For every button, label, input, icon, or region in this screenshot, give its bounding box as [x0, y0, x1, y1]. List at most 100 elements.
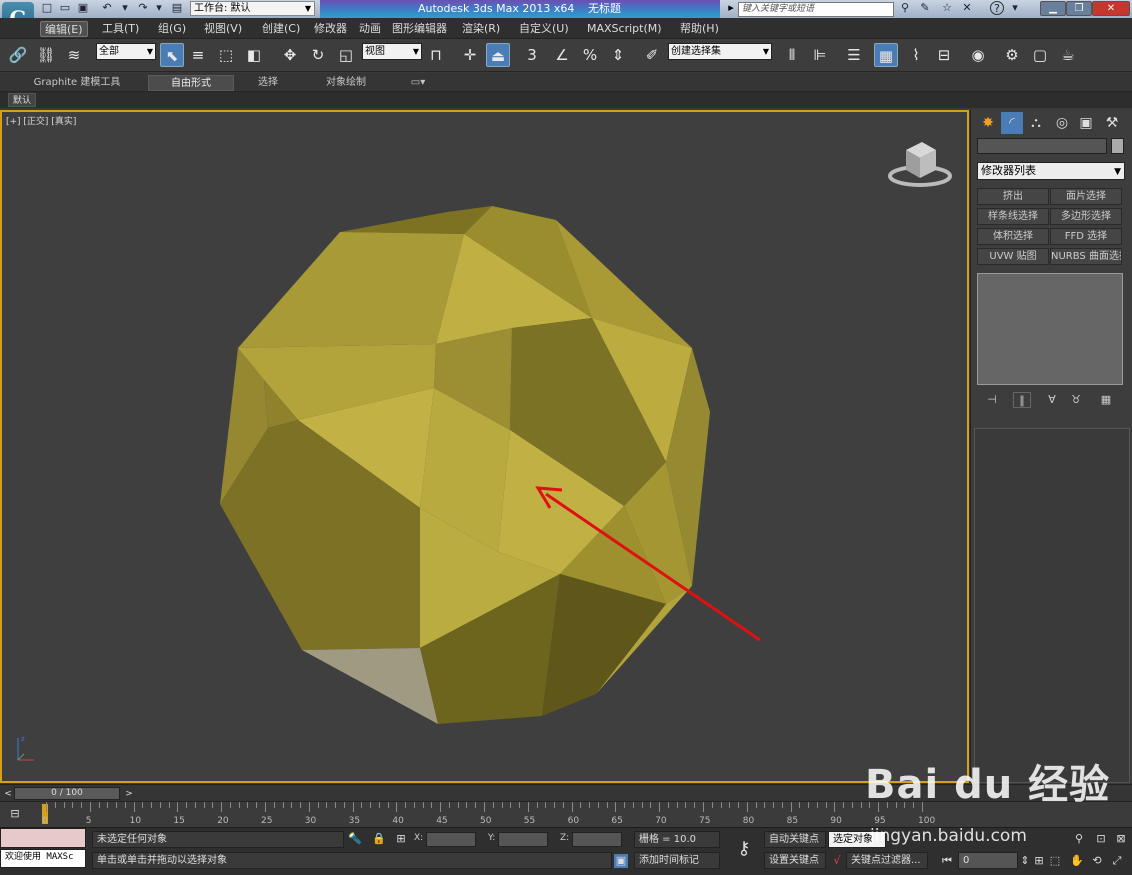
tab-graphite-modeling[interactable]: Graphite 建模工具 — [14, 75, 140, 91]
current-frame-input[interactable]: 0 — [958, 852, 1018, 869]
modifier-button-spline-select[interactable]: 样条线选择 — [977, 208, 1049, 225]
open-file-icon[interactable]: ▭ — [58, 1, 72, 15]
modifier-button-extrude[interactable]: 挤出 — [977, 188, 1049, 205]
select-object-icon[interactable]: ⬉ — [160, 43, 184, 67]
maxscript-mini-listener-top[interactable] — [0, 828, 86, 848]
select-by-name-icon[interactable]: ≡ — [186, 43, 210, 67]
show-end-result-icon[interactable]: ∥ — [1013, 392, 1031, 408]
menu-tools[interactable]: 工具(T) — [98, 21, 143, 37]
search-input[interactable]: 键入关键字或短语 — [738, 2, 894, 17]
hierarchy-tab-icon[interactable]: ⛬ — [1025, 112, 1047, 134]
angle-snap-icon[interactable]: ∠ — [550, 43, 574, 67]
snaps-toggle-icon[interactable]: 3 — [520, 43, 544, 67]
material-editor-icon[interactable]: ◉ — [966, 43, 990, 67]
selection-filter-dropdown[interactable]: 全部 ▼ — [96, 43, 156, 60]
make-unique-icon[interactable]: ∀ — [1043, 392, 1061, 408]
modifier-list-dropdown[interactable]: 修改器列表 ▼ — [977, 162, 1125, 180]
display-tab-icon[interactable]: ▣ — [1075, 112, 1097, 134]
modifier-button-uvw-map[interactable]: UVW 贴图 — [977, 248, 1049, 265]
redo-icon[interactable]: ↷ — [136, 1, 150, 15]
reference-coordinate-dropdown[interactable]: 视图 ▼ — [362, 43, 422, 60]
motion-tab-icon[interactable]: ◎ — [1051, 112, 1073, 134]
menu-group[interactable]: 组(G) — [154, 21, 190, 37]
menu-rendering[interactable]: 渲染(R) — [458, 21, 504, 37]
project-folder-icon[interactable]: ▤ — [170, 1, 184, 15]
maxscript-mini-listener[interactable]: 欢迎使用 MAXSc — [0, 849, 86, 868]
percent-snap-icon[interactable]: % — [578, 43, 602, 67]
time-slider[interactable]: 0 / 100 — [14, 787, 120, 800]
go-to-start-icon[interactable]: ⏮ — [940, 854, 954, 868]
modifier-button-vol-select[interactable]: 体积选择 — [977, 228, 1049, 245]
configure-modifier-sets-icon[interactable]: ▦ — [1097, 392, 1115, 408]
rendered-frame-window-icon[interactable]: ▢ — [1028, 43, 1052, 67]
new-file-icon[interactable]: □ — [40, 1, 54, 15]
spinner-snap-icon[interactable]: ⇕ — [606, 43, 630, 67]
adaptive-degradation-icon[interactable]: ▣ — [614, 854, 628, 868]
tab-object-paint[interactable]: 对象绘制 — [308, 75, 384, 91]
remove-modifier-icon[interactable]: ♉ — [1067, 392, 1085, 408]
communication-center-icon[interactable]: ☆ — [940, 1, 954, 15]
render-setup-icon[interactable]: ⚙ — [1000, 43, 1024, 67]
key-filters-button[interactable]: 关键点过滤器... — [846, 852, 928, 869]
pan-view-icon[interactable]: ✋ — [1070, 854, 1084, 868]
zoom-extents-all-icon[interactable]: ⊞ — [1032, 854, 1046, 868]
pivot-point-center-icon[interactable]: ⊓ — [424, 43, 448, 67]
restore-button[interactable]: ❐ — [1066, 1, 1092, 16]
redo-dropdown-icon[interactable]: ▾ — [152, 1, 166, 15]
time-slider-next-icon[interactable]: > — [122, 787, 136, 801]
menu-edit[interactable]: 编辑(E) — [40, 21, 88, 37]
named-selection-dropdown[interactable]: 创建选择集 ▼ — [668, 43, 772, 60]
object-color-swatch[interactable] — [1111, 138, 1124, 154]
schematic-view-icon[interactable]: ⊟ — [932, 43, 956, 67]
modifier-button-ffd-select[interactable]: FFD 选择 — [1050, 228, 1122, 245]
select-and-manipulate-icon[interactable]: ✛ — [458, 43, 482, 67]
layer-manager-icon[interactable]: ☰ — [842, 43, 866, 67]
menu-create[interactable]: 创建(C) — [258, 21, 304, 37]
expand-search-icon[interactable]: ▸ — [724, 1, 738, 15]
modifier-button-patch-select[interactable]: 面片选择 — [1050, 188, 1122, 205]
undo-icon[interactable]: ↶ — [100, 1, 114, 15]
maximize-viewport-icon[interactable]: ⤢ — [1110, 854, 1124, 868]
set-keys-key-icon[interactable]: ⚷ — [730, 838, 758, 860]
ribbon-options-icon[interactable]: ▭▾ — [404, 75, 432, 91]
zoom-extents-icon[interactable]: ⊠ — [1114, 832, 1128, 846]
time-slider-prev-icon[interactable]: < — [1, 787, 15, 801]
menu-graph-editors[interactable]: 图形编辑器 — [388, 21, 451, 37]
graphite-modeling-tools-icon[interactable]: ▦ — [874, 43, 898, 67]
keyboard-shortcut-override-icon[interactable]: ⏏ — [486, 43, 510, 67]
zoom-all-icon[interactable]: ⊡ — [1094, 832, 1108, 846]
object-name-field[interactable] — [977, 138, 1107, 154]
auto-key-button[interactable]: 自动关键点 — [764, 831, 826, 848]
menu-views[interactable]: 视图(V) — [200, 21, 246, 37]
isolate-selection-icon[interactable]: 🔦 — [348, 832, 362, 846]
binoculars-icon[interactable]: ⚲ — [898, 1, 912, 15]
mini-curve-editor-icon[interactable]: ⊟ — [8, 807, 22, 821]
menu-customize[interactable]: 自定义(U) — [515, 21, 573, 37]
menu-maxscript[interactable]: MAXScript(M) — [583, 21, 666, 37]
render-production-icon[interactable]: ☕ — [1056, 43, 1080, 67]
menu-modifiers[interactable]: 修改器 — [310, 21, 351, 37]
create-tab-icon[interactable]: ✸ — [977, 112, 999, 134]
field-of-view-icon[interactable]: ⬚ — [1048, 854, 1062, 868]
utilities-tab-icon[interactable]: ⚒ — [1101, 112, 1123, 134]
select-and-scale-icon[interactable]: ◱ — [334, 43, 358, 67]
ribbon-default-label[interactable]: 默认 — [8, 93, 37, 107]
y-coordinate-input[interactable] — [498, 832, 548, 847]
z-coordinate-input[interactable] — [572, 832, 622, 847]
tab-selection[interactable]: 选择 — [236, 75, 300, 91]
unlink-selection-icon[interactable]: ⛓ — [34, 43, 58, 67]
zoom-icon[interactable]: ⚲ — [1072, 832, 1086, 846]
pin-stack-icon[interactable]: ⊣ — [983, 392, 1001, 408]
x-coordinate-input[interactable] — [426, 832, 476, 847]
modifier-stack-view[interactable] — [977, 273, 1123, 385]
menu-help[interactable]: 帮助(H) — [676, 21, 723, 37]
subscription-icon[interactable]: ✎ — [918, 1, 932, 15]
minimize-button[interactable]: ▁ — [1040, 1, 1066, 16]
undo-dropdown-icon[interactable]: ▾ — [118, 1, 132, 15]
perspective-viewport[interactable]: [+] [正交] [真实] z — [0, 110, 969, 783]
curve-editor-icon[interactable]: ⌇ — [904, 43, 928, 67]
window-crossing-icon[interactable]: ◧ — [242, 43, 266, 67]
align-icon[interactable]: ⊫ — [808, 43, 832, 67]
favorites-icon[interactable]: ✕ — [960, 1, 974, 15]
help-dropdown-icon[interactable]: ▾ — [1008, 1, 1022, 15]
